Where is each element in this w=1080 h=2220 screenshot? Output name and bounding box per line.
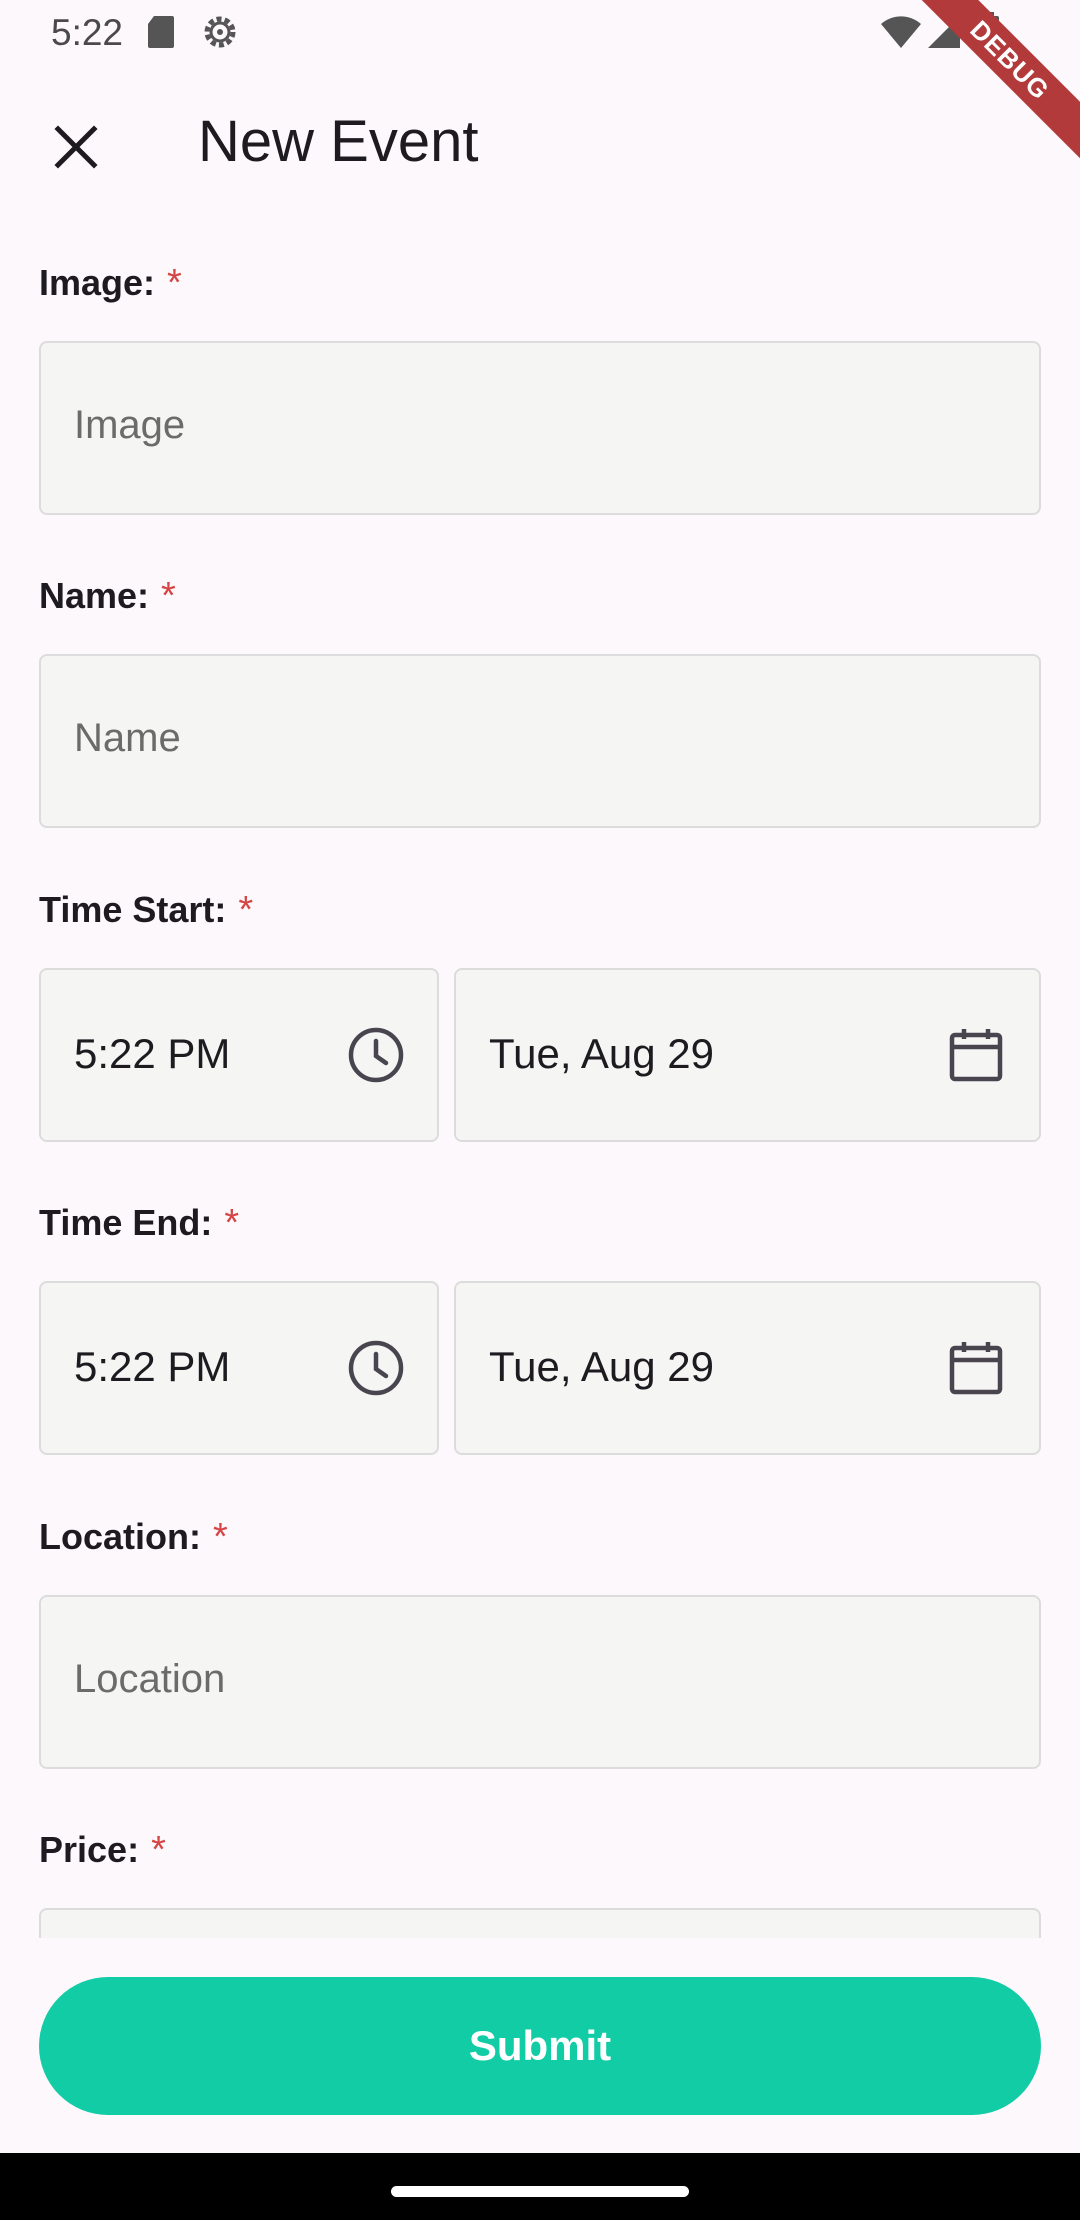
image-label: Image: * xyxy=(39,262,182,305)
price-label: Price: * xyxy=(39,1829,166,1872)
time-end-label-text: Time End: xyxy=(39,1202,213,1243)
event-form: Image: * Image Name: * Name Time Start: * 5… xyxy=(0,216,1080,1938)
required-marker: * xyxy=(212,1516,228,1558)
image-field[interactable]: Image xyxy=(39,341,1041,515)
calendar-icon xyxy=(946,1338,1006,1398)
time-start-label: Time Start: * xyxy=(39,889,253,932)
settings-icon xyxy=(200,12,240,57)
navigation-bar xyxy=(0,2153,1080,2220)
time-end-time-picker[interactable]: 5:22 PM xyxy=(39,1281,439,1455)
time-end-time-value: 5:22 PM xyxy=(74,1343,231,1390)
name-field[interactable]: Name xyxy=(39,654,1041,828)
location-label-text: Location: xyxy=(39,1516,201,1557)
required-marker: * xyxy=(161,575,176,617)
time-start-time-picker[interactable]: 5:22 PM xyxy=(39,968,439,1142)
required-marker: * xyxy=(238,889,254,931)
price-field[interactable] xyxy=(39,1908,1041,1938)
required-marker: * xyxy=(224,1202,240,1244)
time-start-time-value: 5:22 PM xyxy=(74,1030,231,1077)
image-placeholder: Image xyxy=(74,403,186,447)
image-label-text: Image: xyxy=(39,262,156,303)
close-button[interactable] xyxy=(40,113,112,185)
home-gesture-handle[interactable] xyxy=(391,2186,689,2197)
status-bar: 5:22 DEBUG xyxy=(0,0,1080,167)
status-time: 5:22 xyxy=(51,12,124,53)
required-marker: * xyxy=(167,262,182,304)
name-placeholder: Name xyxy=(74,716,181,760)
price-label-text: Price: xyxy=(39,1829,140,1870)
calendar-icon xyxy=(946,1025,1006,1085)
clock-icon xyxy=(346,1025,406,1085)
clock-icon xyxy=(346,1338,406,1398)
time-end-label: Time End: * xyxy=(39,1202,239,1245)
time-start-date-value: Tue, Aug 29 xyxy=(489,1030,714,1077)
close-icon xyxy=(54,124,98,174)
app-bar: New Event xyxy=(0,66,1080,216)
name-label: Name: * xyxy=(39,575,176,618)
submit-button[interactable]: Submit xyxy=(39,1977,1041,2115)
required-marker: * xyxy=(151,1829,166,1871)
name-label-text: Name: xyxy=(39,575,150,616)
time-end-date-value: Tue, Aug 29 xyxy=(489,1343,714,1390)
location-label: Location: * xyxy=(39,1516,228,1559)
sd-card-icon xyxy=(146,14,176,55)
time-start-label-text: Time Start: xyxy=(39,889,227,930)
time-start-date-picker[interactable]: Tue, Aug 29 xyxy=(454,968,1041,1142)
page-title: New Event xyxy=(198,109,479,174)
location-placeholder: Location xyxy=(74,1657,226,1701)
time-end-date-picker[interactable]: Tue, Aug 29 xyxy=(454,1281,1041,1455)
location-field[interactable]: Location xyxy=(39,1595,1041,1769)
